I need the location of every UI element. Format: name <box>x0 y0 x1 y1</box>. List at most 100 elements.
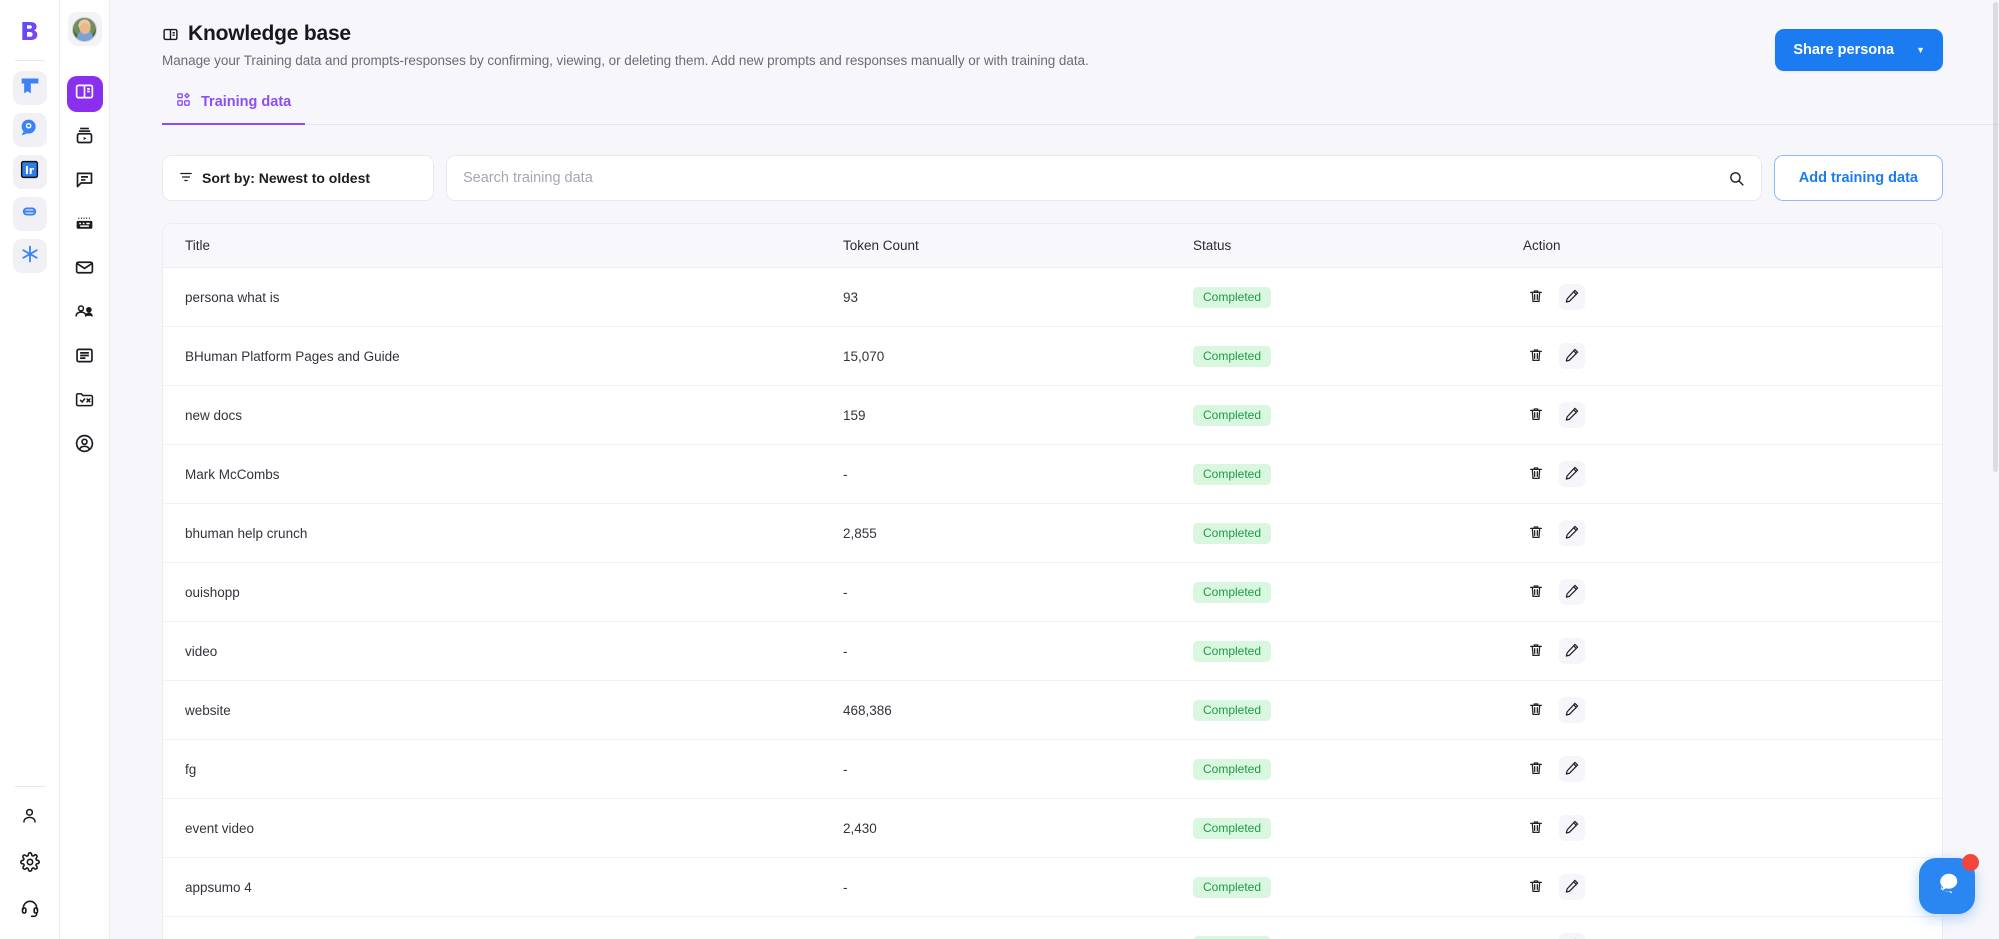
sidebar-item-contacts[interactable] <box>67 296 103 332</box>
delete-row-button[interactable] <box>1523 756 1549 782</box>
column-header-title: Title <box>163 224 843 268</box>
pencil-icon <box>1564 878 1580 897</box>
delete-row-button[interactable] <box>1523 343 1549 369</box>
sidebar-item-knowledge-base[interactable] <box>67 76 103 112</box>
sidebar-item-videos[interactable] <box>67 120 103 156</box>
sidebar-item-account[interactable] <box>67 428 103 464</box>
vertical-scrollbar[interactable] <box>1992 0 1999 939</box>
edit-row-button[interactable] <box>1559 874 1585 900</box>
table-row[interactable]: bhuman help crunch2,855Completed <box>163 504 1942 563</box>
edit-row-button[interactable] <box>1559 343 1585 369</box>
cell-title: fg <box>163 740 843 799</box>
people-add-icon <box>74 301 95 327</box>
table-row[interactable]: fg-Completed <box>163 740 1942 799</box>
cell-status: Completed <box>1193 799 1523 858</box>
sidebar-item-scripts[interactable] <box>67 208 103 244</box>
table-row[interactable]: BHuman Platform Pages and Guide15,070Com… <box>163 327 1942 386</box>
cell-status: Completed <box>1193 858 1523 917</box>
add-training-data-button[interactable]: Add training data <box>1774 155 1943 201</box>
status-badge: Completed <box>1193 641 1271 662</box>
page-header: Knowledge base Manage your Training data… <box>110 0 1999 68</box>
edit-row-button[interactable] <box>1559 756 1585 782</box>
gear-icon <box>20 852 40 877</box>
scrollbar-thumb[interactable] <box>1993 2 1998 472</box>
cell-token-count: 15,070 <box>843 327 1193 386</box>
tab-bar: Training data <box>162 92 1999 125</box>
delete-row-button[interactable] <box>1523 284 1549 310</box>
settings-button[interactable] <box>13 847 47 881</box>
sidebar-item-conversations[interactable] <box>67 164 103 200</box>
folder-check-icon <box>74 389 95 415</box>
cell-token-count: - <box>843 740 1193 799</box>
search-icon[interactable] <box>1728 170 1745 187</box>
video-banner-icon <box>20 76 40 101</box>
sidebar-item-campaigns[interactable] <box>67 384 103 420</box>
edit-row-button[interactable] <box>1559 638 1585 664</box>
workspace-bot[interactable] <box>13 113 47 147</box>
delete-row-button[interactable] <box>1523 874 1549 900</box>
edit-row-button[interactable] <box>1559 520 1585 546</box>
trash-icon <box>1528 642 1544 661</box>
cell-token-count: 468,386 <box>843 681 1193 740</box>
trash-icon <box>1528 524 1544 543</box>
sort-by-button[interactable]: Sort by: Newest to oldest <box>162 155 434 201</box>
search-input[interactable] <box>463 170 1728 186</box>
workspace-link[interactable] <box>13 197 47 231</box>
edit-row-button[interactable] <box>1559 933 1585 939</box>
workspace-snowflake[interactable] <box>13 239 47 273</box>
table-row[interactable]: appsumo qa 3883Completed <box>163 917 1942 939</box>
column-header-token-count: Token Count <box>843 224 1193 268</box>
edit-row-button[interactable] <box>1559 402 1585 428</box>
headset-icon <box>20 898 40 923</box>
cell-status: Completed <box>1193 327 1523 386</box>
edit-row-button[interactable] <box>1559 284 1585 310</box>
brand-logo[interactable]: B <box>13 14 47 48</box>
sidebar-item-emails[interactable] <box>67 252 103 288</box>
table-row[interactable]: Mark McCombs-Completed <box>163 445 1942 504</box>
delete-row-button[interactable] <box>1523 520 1549 546</box>
cell-status: Completed <box>1193 268 1523 327</box>
delete-row-button[interactable] <box>1523 815 1549 841</box>
cell-title: ouishopp <box>163 563 843 622</box>
table-row[interactable]: event video2,430Completed <box>163 799 1942 858</box>
cell-status: Completed <box>1193 740 1523 799</box>
workspace-video-brand[interactable] <box>13 71 47 105</box>
pencil-icon <box>1564 583 1580 602</box>
table-row[interactable]: video-Completed <box>163 622 1942 681</box>
delete-row-button[interactable] <box>1523 933 1549 939</box>
table-row[interactable]: new docs159Completed <box>163 386 1942 445</box>
trash-icon <box>1528 878 1544 897</box>
table-row[interactable]: website468,386Completed <box>163 681 1942 740</box>
secondary-rail <box>60 0 110 939</box>
book-panel-icon <box>162 26 179 43</box>
cell-title: appsumo 4 <box>163 858 843 917</box>
cell-action <box>1523 504 1942 563</box>
edit-row-button[interactable] <box>1559 579 1585 605</box>
edit-row-button[interactable] <box>1559 697 1585 723</box>
chat-launcher[interactable] <box>1919 858 1975 914</box>
delete-row-button[interactable] <box>1523 638 1549 664</box>
table-row[interactable]: persona what is93Completed <box>163 268 1942 327</box>
table-row[interactable]: ouishopp-Completed <box>163 563 1942 622</box>
cell-token-count: - <box>843 858 1193 917</box>
tab-training-data[interactable]: Training data <box>162 92 305 125</box>
support-button[interactable] <box>13 893 47 927</box>
snowflake-icon <box>20 244 40 269</box>
cell-action <box>1523 917 1942 939</box>
avatar[interactable] <box>68 12 102 46</box>
cell-token-count: 883 <box>843 917 1193 939</box>
sidebar-item-pages[interactable] <box>67 340 103 376</box>
delete-row-button[interactable] <box>1523 402 1549 428</box>
delete-row-button[interactable] <box>1523 697 1549 723</box>
chevron-down-icon: ▼ <box>1916 46 1925 55</box>
edit-row-button[interactable] <box>1559 815 1585 841</box>
keyboard-icon <box>74 213 95 239</box>
rail-divider <box>15 60 45 61</box>
edit-row-button[interactable] <box>1559 461 1585 487</box>
share-persona-button[interactable]: Share persona ▼ <box>1775 29 1943 71</box>
workspace-ir[interactable]: Ir <box>13 155 47 189</box>
table-row[interactable]: appsumo 4-Completed <box>163 858 1942 917</box>
delete-row-button[interactable] <box>1523 461 1549 487</box>
profile-button[interactable] <box>13 801 47 835</box>
delete-row-button[interactable] <box>1523 579 1549 605</box>
